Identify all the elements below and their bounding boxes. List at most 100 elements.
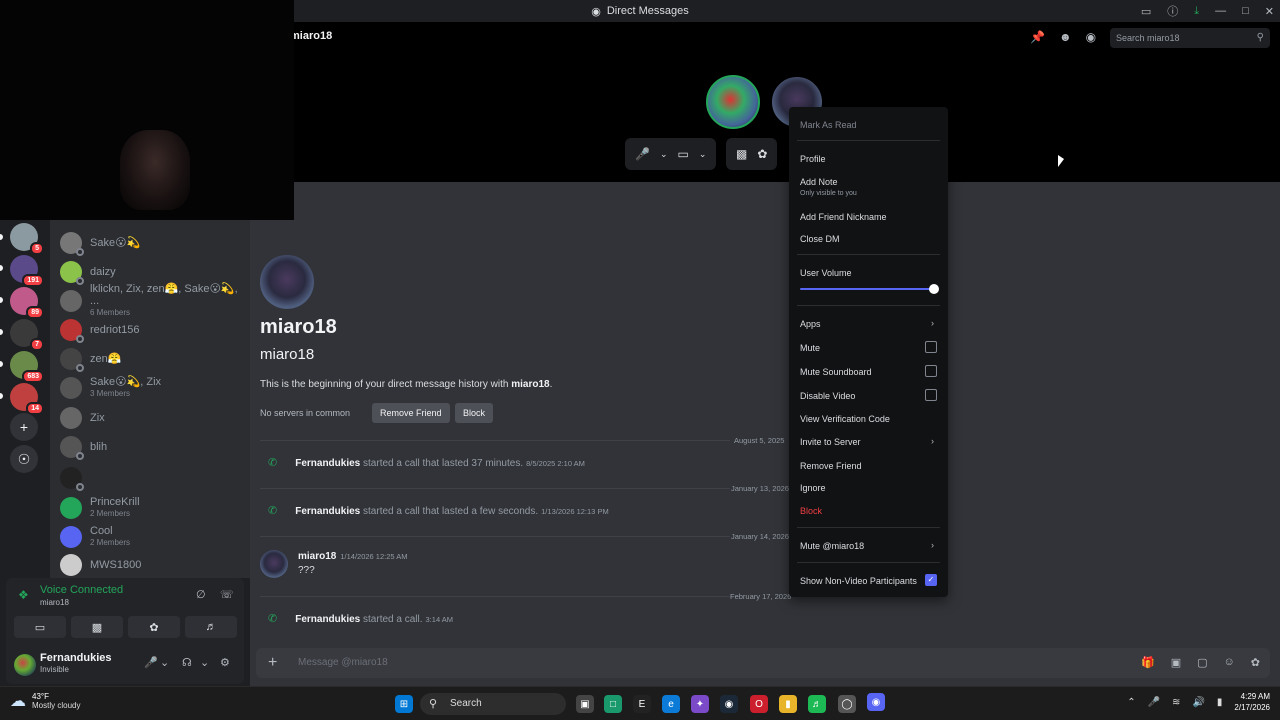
add-friend-nickname-item[interactable]: Add Friend Nickname [800,212,887,222]
attach-icon[interactable]: + [268,654,277,672]
message-composer[interactable]: + Message @miaro18 🎁 ▣ ▢ ☺ ✿ [256,648,1270,678]
user-volume-slider[interactable] [800,288,934,290]
chevron-down-icon[interactable]: ⌄ [699,149,707,160]
disconnect-icon[interactable]: ☏ [220,588,234,601]
task-view-icon[interactable]: ▣ [576,695,594,713]
dm-item[interactable]: blih [56,433,246,461]
add-note-item[interactable]: Add Note [800,177,838,187]
mute-item[interactable]: Mute [800,343,820,353]
mute-user-item[interactable]: Mute @miaro18 [800,541,864,551]
disable-video-checkbox[interactable] [925,389,937,401]
screen-share-button[interactable]: ▩ [71,616,123,638]
mute-soundboard-checkbox[interactable] [925,365,937,377]
profile-item[interactable]: Profile [800,154,826,164]
microphone-icon[interactable]: 🎤 [635,147,650,161]
windows-start-icon[interactable]: ⊞ [395,695,413,713]
ignore-item[interactable]: Ignore [800,483,826,493]
volume-icon[interactable]: 🔊 [1192,697,1204,708]
signal-icon[interactable]: ❖ [18,588,29,602]
mute-soundboard-item[interactable]: Mute Soundboard [800,367,872,377]
settings-gear-icon[interactable]: ⚙ [220,656,230,669]
invite-to-server-item[interactable]: Invite to Server [800,437,861,447]
disable-video-item[interactable]: Disable Video [800,391,855,401]
apps-item[interactable]: Apps [800,319,821,329]
server-icon[interactable]: 683 [10,351,44,383]
gif-icon[interactable]: ▣ [1171,656,1181,669]
pin-icon[interactable]: 📌 [1030,30,1045,44]
user-volume-knob[interactable] [929,284,939,294]
help-icon[interactable]: ⓘ [1167,3,1178,19]
dm-item[interactable]: lklickn, Zix, zen😤, Sake😮💫, ... 6 Members [56,283,246,317]
cast-icon[interactable]: ▭ [1141,5,1151,18]
voice-status[interactable]: Voice Connected [40,584,123,596]
server-icon[interactable]: 89 [10,287,44,319]
dm-item[interactable]: zen😤 [56,345,246,373]
emoji-icon[interactable]: ☺ [1224,656,1235,669]
block-button[interactable]: Block [455,403,494,423]
microphone-icon[interactable]: 🎤 [144,656,158,669]
discover-button[interactable]: ☉ [10,445,38,473]
weather-widget[interactable]: ☁ 43°F Mostly cloudy [10,691,80,711]
close-dm-item[interactable]: Close DM [800,234,840,244]
sticker-icon[interactable]: ▢ [1197,656,1207,669]
server-icon[interactable]: 14 [10,383,44,415]
wifi-icon[interactable]: ≋ [1172,697,1180,708]
activities-button[interactable]: ✿ [128,616,180,638]
camera-off-icon[interactable]: ▭ [678,147,689,161]
soundboard-button[interactable]: ♬ [185,616,237,638]
maximize-icon[interactable]: □ [1242,5,1249,17]
dm-item[interactable]: Cool 2 Members [56,523,246,551]
taskbar-search[interactable]: ⚲ Search [420,693,566,715]
activities-icon[interactable]: ✿ [757,147,767,161]
apps-icon[interactable]: ✿ [1251,656,1260,669]
show-non-video-checkbox[interactable]: ✓ [925,574,937,586]
minimize-icon[interactable]: — [1215,5,1226,17]
microphone-icon[interactable]: 🎤 [1148,697,1160,708]
close-icon[interactable]: ✕ [1265,5,1274,18]
clock[interactable]: 4:29 AM 2/17/2026 [1234,691,1270,713]
chevron-up-icon[interactable]: ⌃ [1127,697,1135,708]
mark-as-read-item[interactable]: Mark As Read [800,120,857,130]
steam-icon[interactable]: ◉ [720,695,738,713]
mute-checkbox[interactable] [925,341,937,353]
chevron-down-icon[interactable]: ⌄ [660,149,668,160]
user-profile-icon[interactable]: ◉ [1086,30,1096,44]
edge-icon[interactable]: e [662,695,680,713]
add-friends-icon[interactable]: ☻ [1059,30,1072,44]
user-avatar[interactable] [14,654,36,676]
add-server-button[interactable]: + [10,413,38,441]
message-input[interactable]: Message @miaro18 [298,657,388,668]
block-item[interactable]: Block [800,506,822,516]
server-icon[interactable]: 7 [10,319,44,351]
server-icon[interactable]: 191 [10,255,44,287]
show-non-video-item[interactable]: Show Non-Video Participants [800,576,917,586]
dm-item[interactable] [56,464,246,492]
camera-toggle-button[interactable]: ▭ [14,616,66,638]
search-input[interactable]: Search miaro18 ⚲ [1110,28,1270,48]
remove-friend-item[interactable]: Remove Friend [800,461,862,471]
battery-icon[interactable]: ▮ [1217,697,1223,708]
app-icon[interactable]: □ [604,695,622,713]
dm-item[interactable]: redriot156 [56,316,246,344]
chevron-down-icon[interactable]: ⌄ [200,656,209,669]
chevron-down-icon[interactable]: ⌄ [160,656,169,669]
copilot-icon[interactable]: ✦ [691,695,709,713]
screen-share-icon[interactable]: ▩ [736,147,747,161]
dm-item[interactable]: Sake😮💫, Zix 3 Members [56,374,246,402]
epic-games-icon[interactable]: E [633,695,651,713]
noise-suppression-icon[interactable]: ∅ [196,588,206,601]
participant-avatar[interactable] [706,75,760,129]
message-avatar[interactable] [260,550,288,578]
chrome-icon[interactable]: ◯ [838,695,856,713]
gift-icon[interactable]: 🎁 [1141,656,1155,669]
server-icon[interactable]: 5 [10,223,44,255]
dm-item[interactable]: PrinceKrill 2 Members [56,494,246,522]
dm-item[interactable]: Sake😮💫 [56,229,246,257]
profile-avatar[interactable] [260,255,314,309]
opera-icon[interactable]: O [750,695,768,713]
user-name[interactable]: Fernandukies [40,652,112,664]
remove-friend-button[interactable]: Remove Friend [372,403,450,423]
download-icon[interactable]: ⤓ [1194,5,1199,18]
dm-item[interactable]: MWS1800 [56,551,246,578]
voice-channel[interactable]: miaro18 [40,598,69,607]
